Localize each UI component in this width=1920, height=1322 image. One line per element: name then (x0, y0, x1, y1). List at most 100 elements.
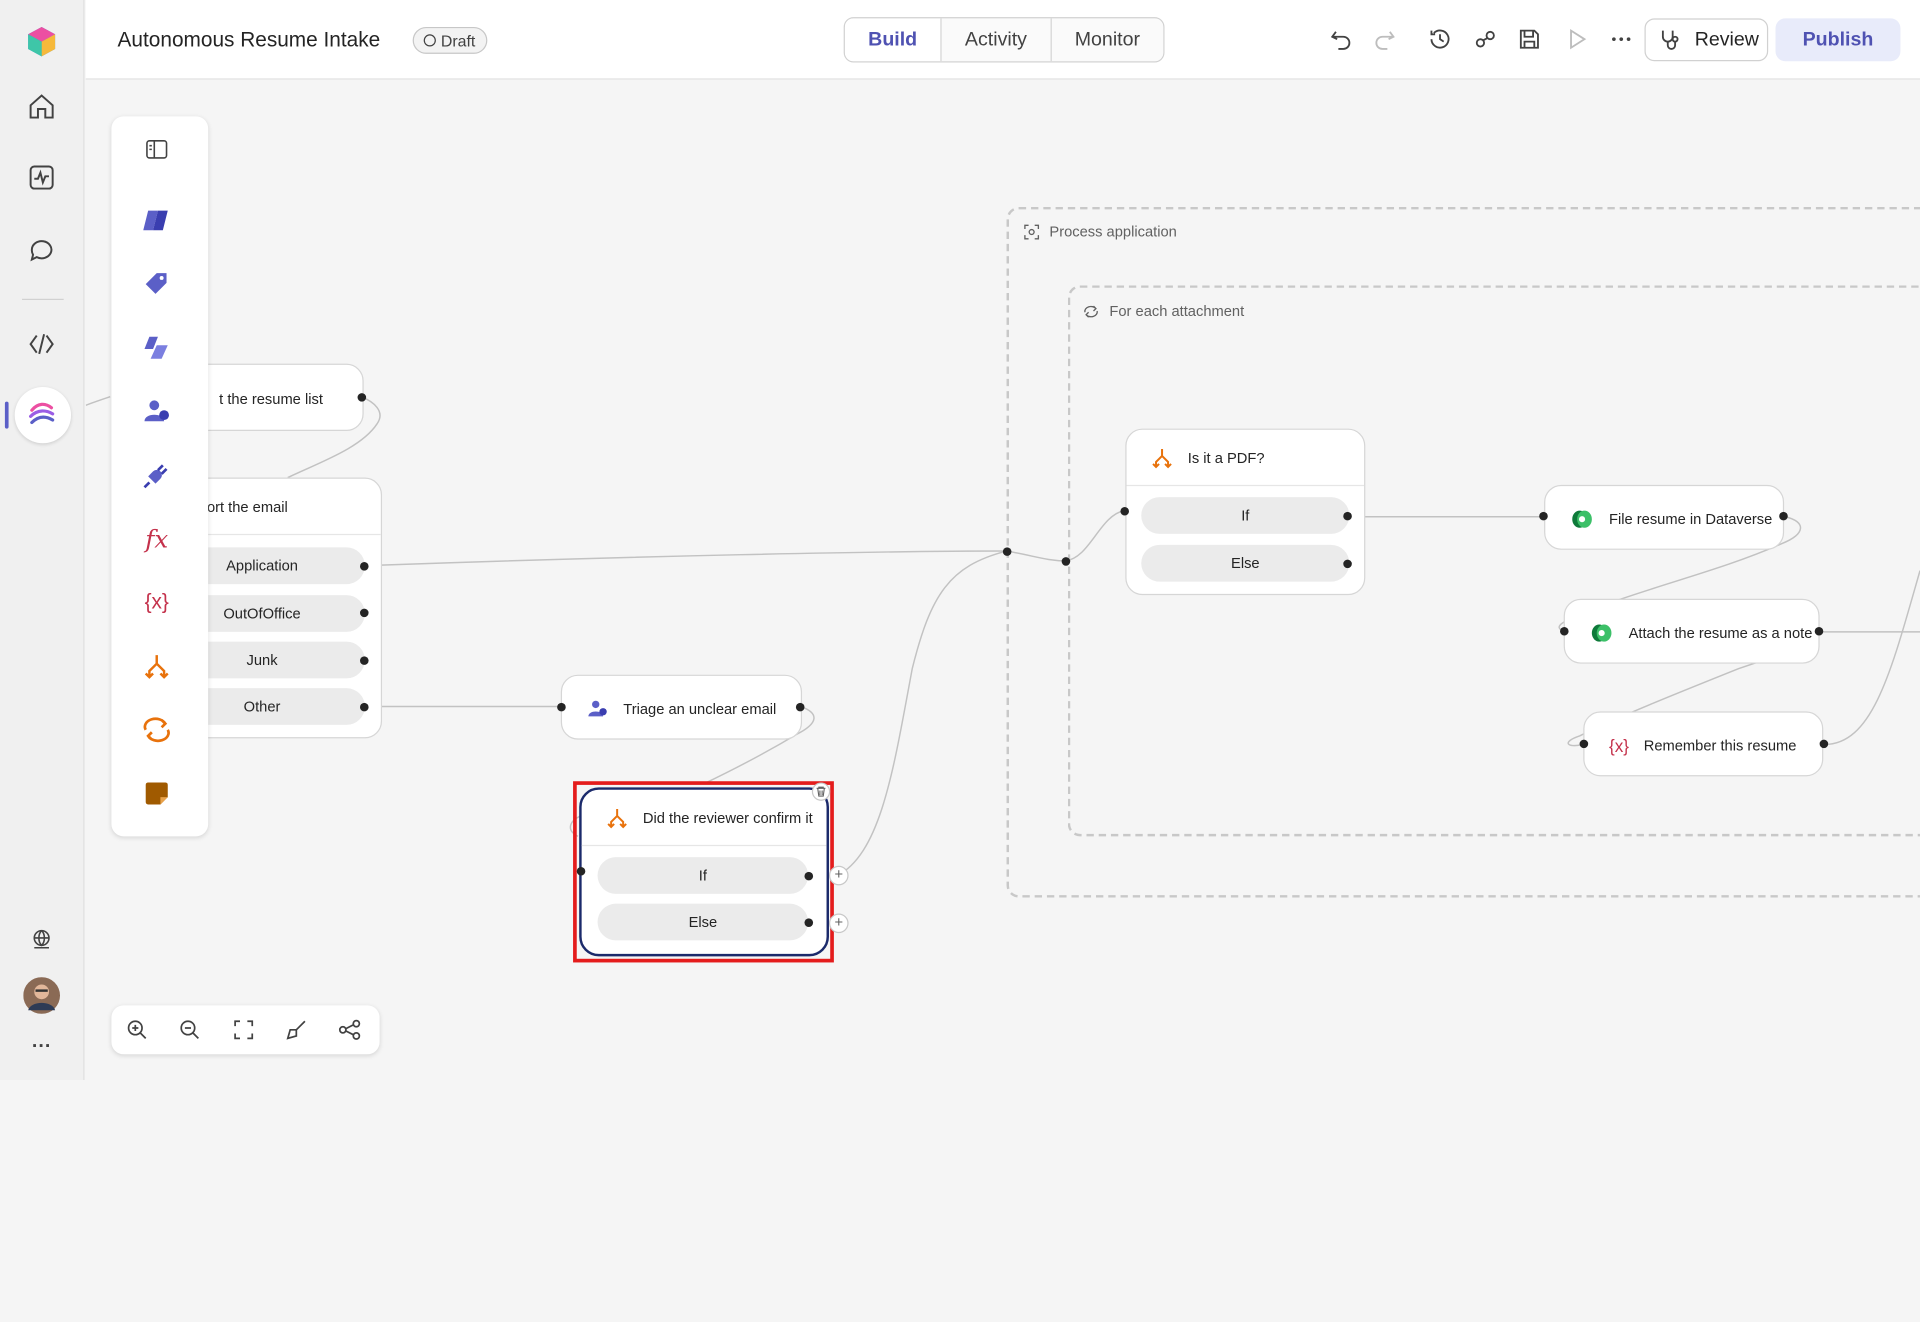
tab-monitor[interactable]: Monitor (1051, 18, 1164, 62)
output-port[interactable] (804, 871, 814, 881)
node-remember-header: {x} Remember this resume (1585, 713, 1823, 778)
output-port[interactable] (1779, 511, 1788, 521)
junction-port (1002, 547, 1012, 556)
node-file-resume-title: File resume in Dataverse (1608, 510, 1773, 528)
version-history-icon[interactable] (1425, 24, 1454, 53)
expression-icon[interactable]: fx (138, 520, 175, 557)
user-avatar[interactable] (23, 977, 61, 1014)
human-review-icon (588, 700, 607, 716)
loop-icon[interactable] (138, 711, 175, 748)
zoom-out-icon[interactable] (176, 1016, 203, 1043)
output-port[interactable] (360, 656, 369, 665)
add-step-button[interactable]: + (828, 913, 849, 934)
node-is-pdf-title: Is it a PDF? (1187, 448, 1265, 466)
undo-icon[interactable] (1326, 24, 1355, 53)
app-logo-icon[interactable] (23, 23, 60, 60)
flow-canvas[interactable]: Process application For each attachment … (85, 80, 1920, 1081)
human-review-icon[interactable] (138, 393, 175, 430)
output-port[interactable] (1343, 511, 1352, 521)
node-attach-note-header: Attach the resume as a note (1565, 600, 1818, 665)
input-port[interactable] (557, 702, 566, 712)
group-for-each-label: For each attachment (1082, 302, 1244, 320)
input-port[interactable] (576, 866, 586, 876)
map-icon[interactable] (337, 1016, 364, 1043)
tab-activity[interactable]: Activity (941, 18, 1052, 62)
connections-icon[interactable] (1471, 24, 1500, 53)
add-step-button[interactable]: + (828, 865, 849, 886)
variable-icon: {x} (1608, 735, 1630, 755)
more-options-icon[interactable] (1607, 24, 1636, 53)
input-port[interactable] (1560, 626, 1569, 636)
app-rail: ··· (0, 0, 85, 1081)
branch-if[interactable]: If (597, 857, 809, 894)
input-port[interactable] (1579, 739, 1589, 749)
input-port[interactable] (1120, 506, 1129, 516)
activity-icon[interactable] (23, 159, 60, 196)
delete-node-icon[interactable] (811, 782, 831, 801)
output-port[interactable] (360, 608, 369, 618)
flows-icon[interactable] (23, 397, 60, 434)
branch-if[interactable]: If (1141, 497, 1350, 534)
view-tabs: Build Activity Monitor (843, 17, 1165, 63)
branch-else[interactable]: Else (597, 903, 809, 941)
globe-icon[interactable] (23, 921, 60, 958)
junction-port (1061, 557, 1071, 566)
publish-button[interactable]: Publish (1775, 18, 1901, 62)
node-triage[interactable]: Triage an unclear email (560, 674, 803, 741)
connector-icon[interactable] (138, 457, 175, 494)
fit-view-icon[interactable] (230, 1016, 257, 1043)
condition-icon[interactable] (138, 648, 175, 685)
input-port[interactable] (1539, 511, 1548, 521)
chat-icon[interactable] (23, 231, 60, 268)
branch-else[interactable]: Else (1141, 544, 1350, 582)
node-file-resume[interactable]: File resume in Dataverse (1544, 484, 1785, 550)
draft-circle-icon (423, 34, 436, 47)
review-label: Review (1694, 28, 1759, 50)
home-icon[interactable] (23, 88, 60, 125)
more-icon[interactable]: ··· (23, 1029, 60, 1066)
dataverse-icon (1591, 623, 1612, 642)
status-badge-label: Draft (440, 31, 476, 50)
top-bar: Autonomous Resume Intake Draft Build Act… (85, 0, 1920, 80)
scope-icon (1024, 224, 1040, 239)
process-application-text: Process application (1049, 222, 1177, 241)
node-remember[interactable]: {x} Remember this resume (1583, 711, 1824, 778)
code-tool-icon[interactable] (138, 202, 175, 239)
rail-divider (22, 298, 64, 301)
output-port[interactable] (360, 562, 369, 571)
output-port[interactable] (1814, 626, 1824, 636)
group-process-application-label: Process application (1024, 223, 1177, 240)
tag-icon[interactable] (138, 266, 175, 303)
condition-icon (1152, 448, 1172, 468)
output-port[interactable] (1819, 739, 1829, 749)
code-icon[interactable] (23, 326, 60, 363)
flow-title[interactable]: Autonomous Resume Intake (118, 28, 381, 52)
review-button[interactable]: Review (1644, 18, 1769, 62)
output-port[interactable] (804, 918, 814, 927)
node-triage-header: Triage an unclear email (562, 676, 801, 741)
loop-small-icon (1084, 305, 1098, 318)
node-palette: fx {x} (111, 116, 209, 837)
node-attach-note-title: Attach the resume as a note (1628, 623, 1813, 642)
run-icon[interactable] (1562, 24, 1591, 53)
sticky-note-icon[interactable] (138, 775, 175, 812)
copilot-icon[interactable] (138, 329, 175, 366)
output-port[interactable] (360, 702, 369, 712)
output-port[interactable] (357, 393, 367, 402)
node-triage-title: Triage an unclear email (623, 699, 777, 717)
save-icon[interactable] (1515, 24, 1544, 53)
tab-build[interactable]: Build (844, 18, 942, 62)
collapse-panel-icon[interactable] (138, 131, 175, 168)
dataverse-icon (1572, 510, 1592, 528)
output-port[interactable] (1343, 559, 1352, 569)
canvas-toolbar (111, 1005, 380, 1055)
node-attach-note[interactable]: Attach the resume as a note (1563, 598, 1820, 665)
tidy-icon[interactable] (283, 1016, 310, 1043)
zoom-in-icon[interactable] (124, 1016, 151, 1043)
status-badge: Draft (412, 26, 488, 54)
variable-icon[interactable]: {x} (138, 584, 175, 621)
redo-icon[interactable] (1370, 24, 1399, 53)
condition-icon (607, 808, 627, 828)
output-port[interactable] (795, 702, 805, 712)
node-is-pdf-header: Is it a PDF? (1126, 430, 1365, 487)
